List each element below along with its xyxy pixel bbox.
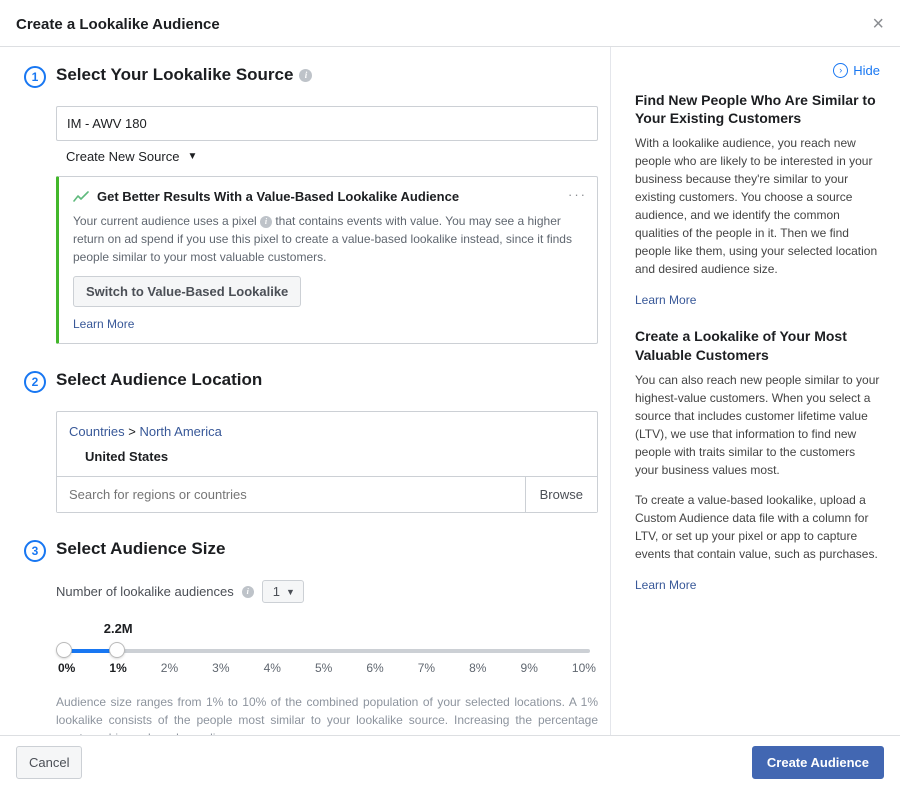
info-icon[interactable]: i (242, 586, 254, 598)
slider-ticks: 0% 1% 2% 3% 4% 5% 6% 7% 8% 9% 10% (58, 661, 596, 675)
location-search-input[interactable] (57, 477, 525, 512)
selected-location[interactable]: United States (57, 445, 597, 476)
source-input-value: IM - AWV 180 (67, 116, 147, 131)
breadcrumb-north-america[interactable]: North America (139, 424, 221, 439)
sidebar-learn-more-1[interactable]: Learn More (635, 291, 696, 309)
step-1-badge: 1 (24, 66, 46, 88)
count-select[interactable]: 1 ▼ (262, 580, 304, 603)
info-icon[interactable]: i (260, 216, 272, 228)
trend-icon (73, 190, 89, 204)
tip-title: Get Better Results With a Value-Based Lo… (97, 189, 459, 204)
info-icon[interactable]: i (299, 69, 312, 82)
step-1-title: Select Your Lookalike Source (56, 65, 293, 85)
audience-size-slider: 2.2M 0% 1% 2% 3% 4% 5% 6% 7% (56, 621, 598, 679)
sidebar-paragraph-1: With a lookalike audience, you reach new… (635, 134, 880, 278)
slider-thumb-end[interactable] (109, 642, 125, 658)
slider-value-label: 2.2M (104, 621, 133, 636)
step-3-title: Select Audience Size (56, 539, 225, 559)
slider-thumb-start (56, 642, 72, 658)
sidebar-heading-2: Create a Lookalike of Your Most Valuable… (635, 327, 880, 365)
sidebar-paragraph-3: To create a value-based lookalike, uploa… (635, 491, 880, 563)
hide-panel-toggle[interactable]: › Hide (833, 61, 880, 81)
create-new-source-dropdown[interactable]: Create New Source ▼ (56, 141, 598, 168)
tip-learn-more-link[interactable]: Learn More (73, 317, 134, 331)
switch-value-based-button[interactable]: Switch to Value-Based Lookalike (73, 276, 301, 307)
breadcrumb-countries[interactable]: Countries (69, 424, 125, 439)
caret-down-icon: ▼ (286, 587, 295, 597)
sidebar-learn-more-2[interactable]: Learn More (635, 576, 696, 594)
close-icon[interactable]: × (872, 14, 884, 34)
count-value: 1 (273, 584, 280, 599)
caret-down-icon: ▼ (187, 151, 197, 162)
more-options-icon[interactable]: ··· (568, 187, 587, 202)
size-note: Audience size ranges from 1% to 10% of t… (56, 693, 598, 735)
modal-title: Create a Lookalike Audience (16, 16, 220, 33)
sidebar-paragraph-2: You can also reach new people similar to… (635, 371, 880, 479)
tip-body: Your current audience uses a pixel i tha… (73, 212, 583, 266)
browse-button[interactable]: Browse (525, 477, 597, 512)
cancel-button[interactable]: Cancel (16, 746, 82, 779)
step-3-badge: 3 (24, 540, 46, 562)
step-2-title: Select Audience Location (56, 370, 262, 390)
sidebar-heading-1: Find New People Who Are Similar to Your … (635, 91, 880, 129)
count-label: Number of lookalike audiences (56, 584, 234, 599)
step-2-badge: 2 (24, 371, 46, 393)
location-breadcrumb: Countries > North America (57, 412, 597, 445)
location-box: Countries > North America United States … (56, 411, 598, 513)
value-based-tip-card: ··· Get Better Results With a Value-Base… (56, 176, 598, 344)
create-new-source-label: Create New Source (66, 149, 179, 164)
source-input[interactable]: IM - AWV 180 (56, 106, 598, 141)
create-audience-button[interactable]: Create Audience (752, 746, 884, 779)
chevron-right-icon: › (833, 63, 848, 78)
